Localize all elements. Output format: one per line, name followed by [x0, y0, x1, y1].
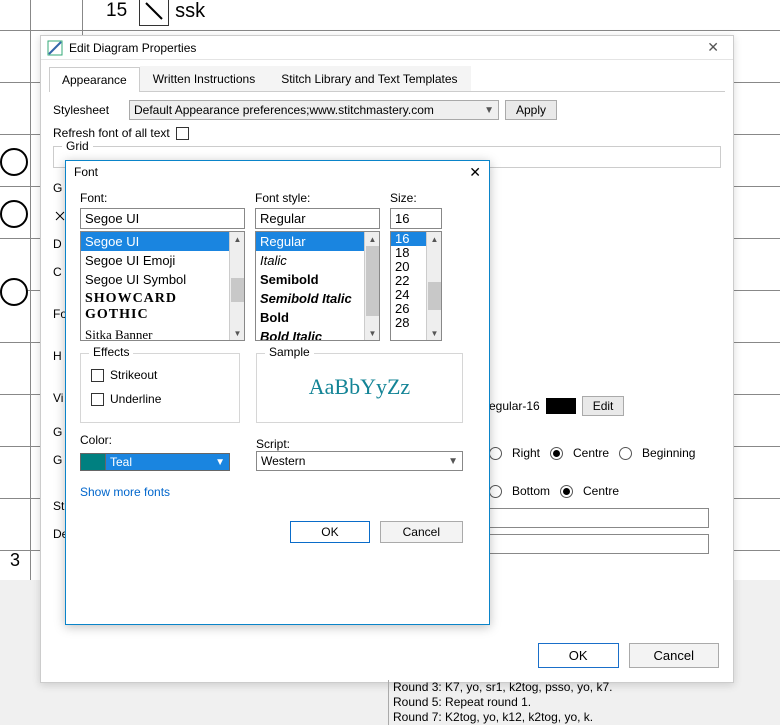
refresh-label: Refresh font of all text: [53, 126, 170, 140]
size-listbox[interactable]: 16 18 20 22 24 26 28 ▲▼: [390, 231, 442, 341]
font-item[interactable]: Segoe UI Symbol: [81, 270, 244, 289]
tabs: Appearance Written Instructions Stitch L…: [49, 66, 725, 92]
color-label: Color:: [80, 433, 240, 447]
stitch-label: ssk: [175, 0, 205, 23]
size-input[interactable]: [390, 208, 442, 229]
close-icon[interactable]: ✕: [699, 39, 727, 56]
font-dialog-titlebar[interactable]: Font ✕: [66, 161, 489, 183]
v-centre-radio[interactable]: [560, 485, 573, 498]
font-item[interactable]: Segoe UI: [81, 232, 244, 251]
font-dialog-title: Font: [74, 165, 98, 179]
effects-legend: Effects: [89, 345, 133, 359]
grid-legend: Grid: [62, 139, 93, 153]
script-label: Script:: [256, 437, 463, 451]
style-item[interactable]: Semibold Italic: [256, 289, 379, 308]
font-label: Font:: [80, 191, 245, 205]
stitch-row: 15 ssk: [100, 0, 205, 26]
style-item[interactable]: Bold Italic: [256, 327, 379, 341]
chevron-down-icon: ▼: [215, 457, 225, 468]
color-swatch: [546, 398, 576, 414]
style-item[interactable]: Regular: [256, 232, 379, 251]
font-dialog: Font ✕ Font: Segoe UI Segoe UI Emoji Seg…: [65, 160, 490, 625]
apply-button[interactable]: Apply: [505, 100, 557, 120]
close-icon[interactable]: ✕: [469, 164, 481, 181]
sample-group: Sample AaBbYyZz: [256, 353, 463, 423]
underline-checkbox[interactable]: [91, 393, 104, 406]
dialog-title: Edit Diagram Properties: [69, 41, 699, 55]
font-preview-text: egular-16: [489, 399, 540, 413]
stitch-symbol-box: [139, 0, 169, 26]
text-field-2[interactable]: [489, 534, 709, 554]
style-label: Font style:: [255, 191, 380, 205]
ok-button[interactable]: OK: [538, 643, 619, 668]
font-input[interactable]: [80, 208, 245, 229]
refresh-checkbox[interactable]: [176, 127, 189, 140]
text-field-1[interactable]: [489, 508, 709, 528]
font-ok-button[interactable]: OK: [290, 521, 369, 543]
chevron-down-icon: ▼: [484, 105, 494, 116]
sample-legend: Sample: [265, 345, 314, 359]
style-item[interactable]: Semibold: [256, 270, 379, 289]
strikeout-checkbox[interactable]: [91, 369, 104, 382]
style-item[interactable]: Italic: [256, 251, 379, 270]
show-more-fonts-link[interactable]: Show more fonts: [80, 485, 170, 499]
font-listbox[interactable]: Segoe UI Segoe UI Emoji Segoe UI Symbol …: [80, 231, 245, 341]
style-item[interactable]: Bold: [256, 308, 379, 327]
color-select[interactable]: Teal▼: [106, 453, 230, 471]
sample-text: AaBbYyZz: [309, 374, 410, 400]
h-centre-radio[interactable]: [550, 447, 563, 460]
edit-button[interactable]: Edit: [582, 396, 625, 416]
tab-written-instructions[interactable]: Written Instructions: [140, 66, 268, 91]
stylesheet-label: Stylesheet: [53, 103, 123, 117]
font-item[interactable]: SHOWCARD GOTHIC: [81, 289, 244, 325]
grid-left-number: 3: [10, 550, 20, 571]
cancel-button[interactable]: Cancel: [629, 643, 719, 668]
style-listbox[interactable]: Regular Italic Semibold Semibold Italic …: [255, 231, 380, 341]
tab-stitch-library[interactable]: Stitch Library and Text Templates: [268, 66, 470, 91]
tab-appearance[interactable]: Appearance: [49, 67, 140, 92]
app-icon: [47, 40, 63, 56]
effects-group: Effects Strikeout Underline: [80, 353, 240, 423]
script-select[interactable]: Western▼: [256, 451, 463, 471]
scrollbar[interactable]: ▲▼: [229, 232, 244, 340]
style-input[interactable]: [255, 208, 380, 229]
color-swatch: [80, 453, 106, 471]
size-label: Size:: [390, 191, 442, 205]
instructions-text: Round 3: K7, yo, sr1, k2tog, psso, yo, k…: [388, 680, 612, 725]
stylesheet-select[interactable]: Default Appearance preferences;www.stitc…: [129, 100, 499, 120]
scrollbar[interactable]: ▲▼: [426, 232, 441, 340]
h-beginning-radio[interactable]: [619, 447, 632, 460]
scrollbar[interactable]: ▲▼: [364, 232, 379, 340]
font-cancel-button[interactable]: Cancel: [380, 521, 463, 543]
font-item[interactable]: Sitka Banner: [81, 325, 244, 341]
h-right-radio[interactable]: [489, 447, 502, 460]
dialog-titlebar[interactable]: Edit Diagram Properties ✕: [41, 36, 733, 60]
font-item[interactable]: Segoe UI Emoji: [81, 251, 244, 270]
row-number: 15: [100, 0, 133, 22]
chevron-down-icon: ▼: [448, 456, 458, 467]
v-bottom-radio[interactable]: [489, 485, 502, 498]
